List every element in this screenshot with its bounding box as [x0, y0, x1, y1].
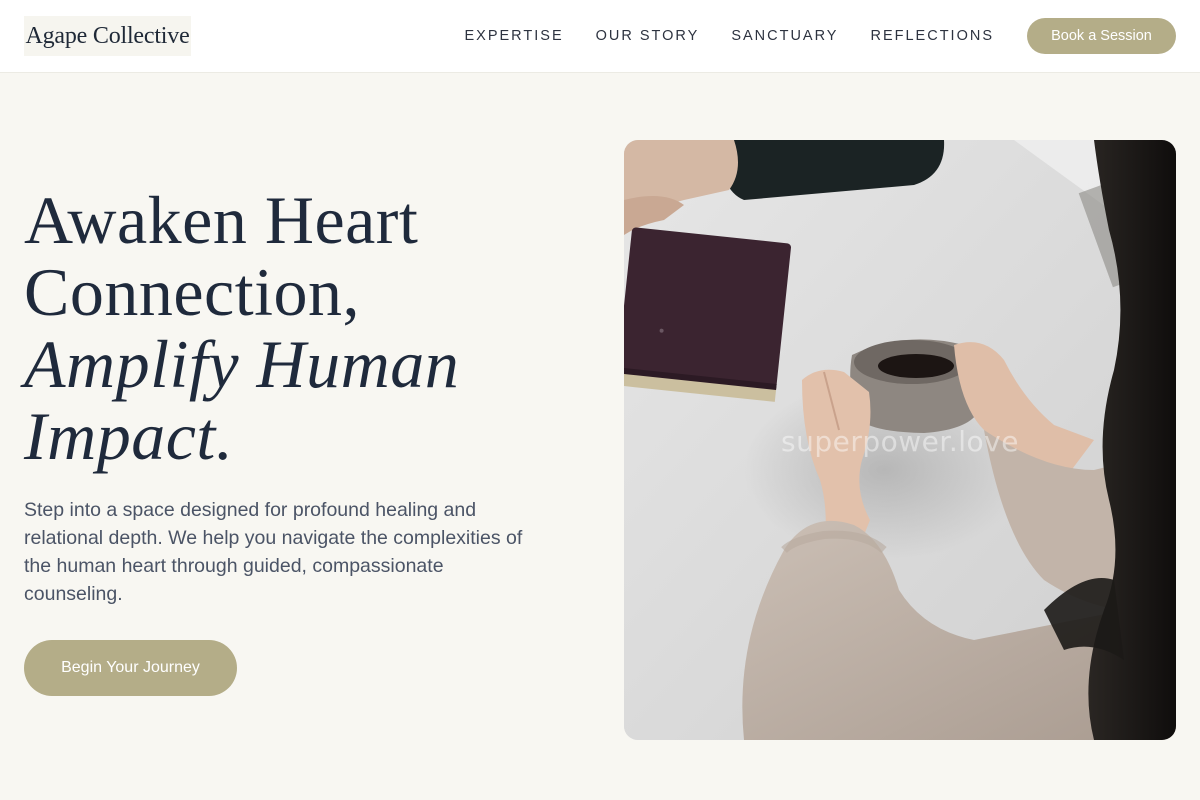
hero-headline: Awaken Heart Connection, Amplify Human I… — [24, 184, 584, 472]
book-session-button[interactable]: Book a Session — [1027, 18, 1176, 54]
main-nav: EXPERTISE OUR STORY SANCTUARY REFLECTION… — [465, 0, 995, 72]
image-watermark: superpower.love — [781, 425, 1019, 458]
nav-item-reflections[interactable]: REFLECTIONS — [870, 28, 994, 44]
hero-description: Step into a space designed for profound … — [24, 499, 523, 605]
brand-logo[interactable]: Agape Collective — [24, 16, 191, 56]
headline-line-4: Impact. — [24, 398, 234, 474]
hero-photo: superpower.love — [624, 140, 1176, 740]
site-header: Agape Collective EXPERTISE OUR STORY SAN… — [0, 0, 1200, 73]
headline-line-3: Amplify Human — [24, 326, 460, 402]
nav-item-our-story[interactable]: OUR STORY — [596, 28, 700, 44]
headline-line-1: Awaken Heart — [24, 182, 419, 258]
nav-item-expertise[interactable]: EXPERTISE — [465, 28, 564, 44]
headline-line-2: Connection, — [24, 254, 361, 330]
begin-journey-button[interactable]: Begin Your Journey — [24, 640, 237, 696]
nav-item-sanctuary[interactable]: SANCTUARY — [731, 28, 838, 44]
